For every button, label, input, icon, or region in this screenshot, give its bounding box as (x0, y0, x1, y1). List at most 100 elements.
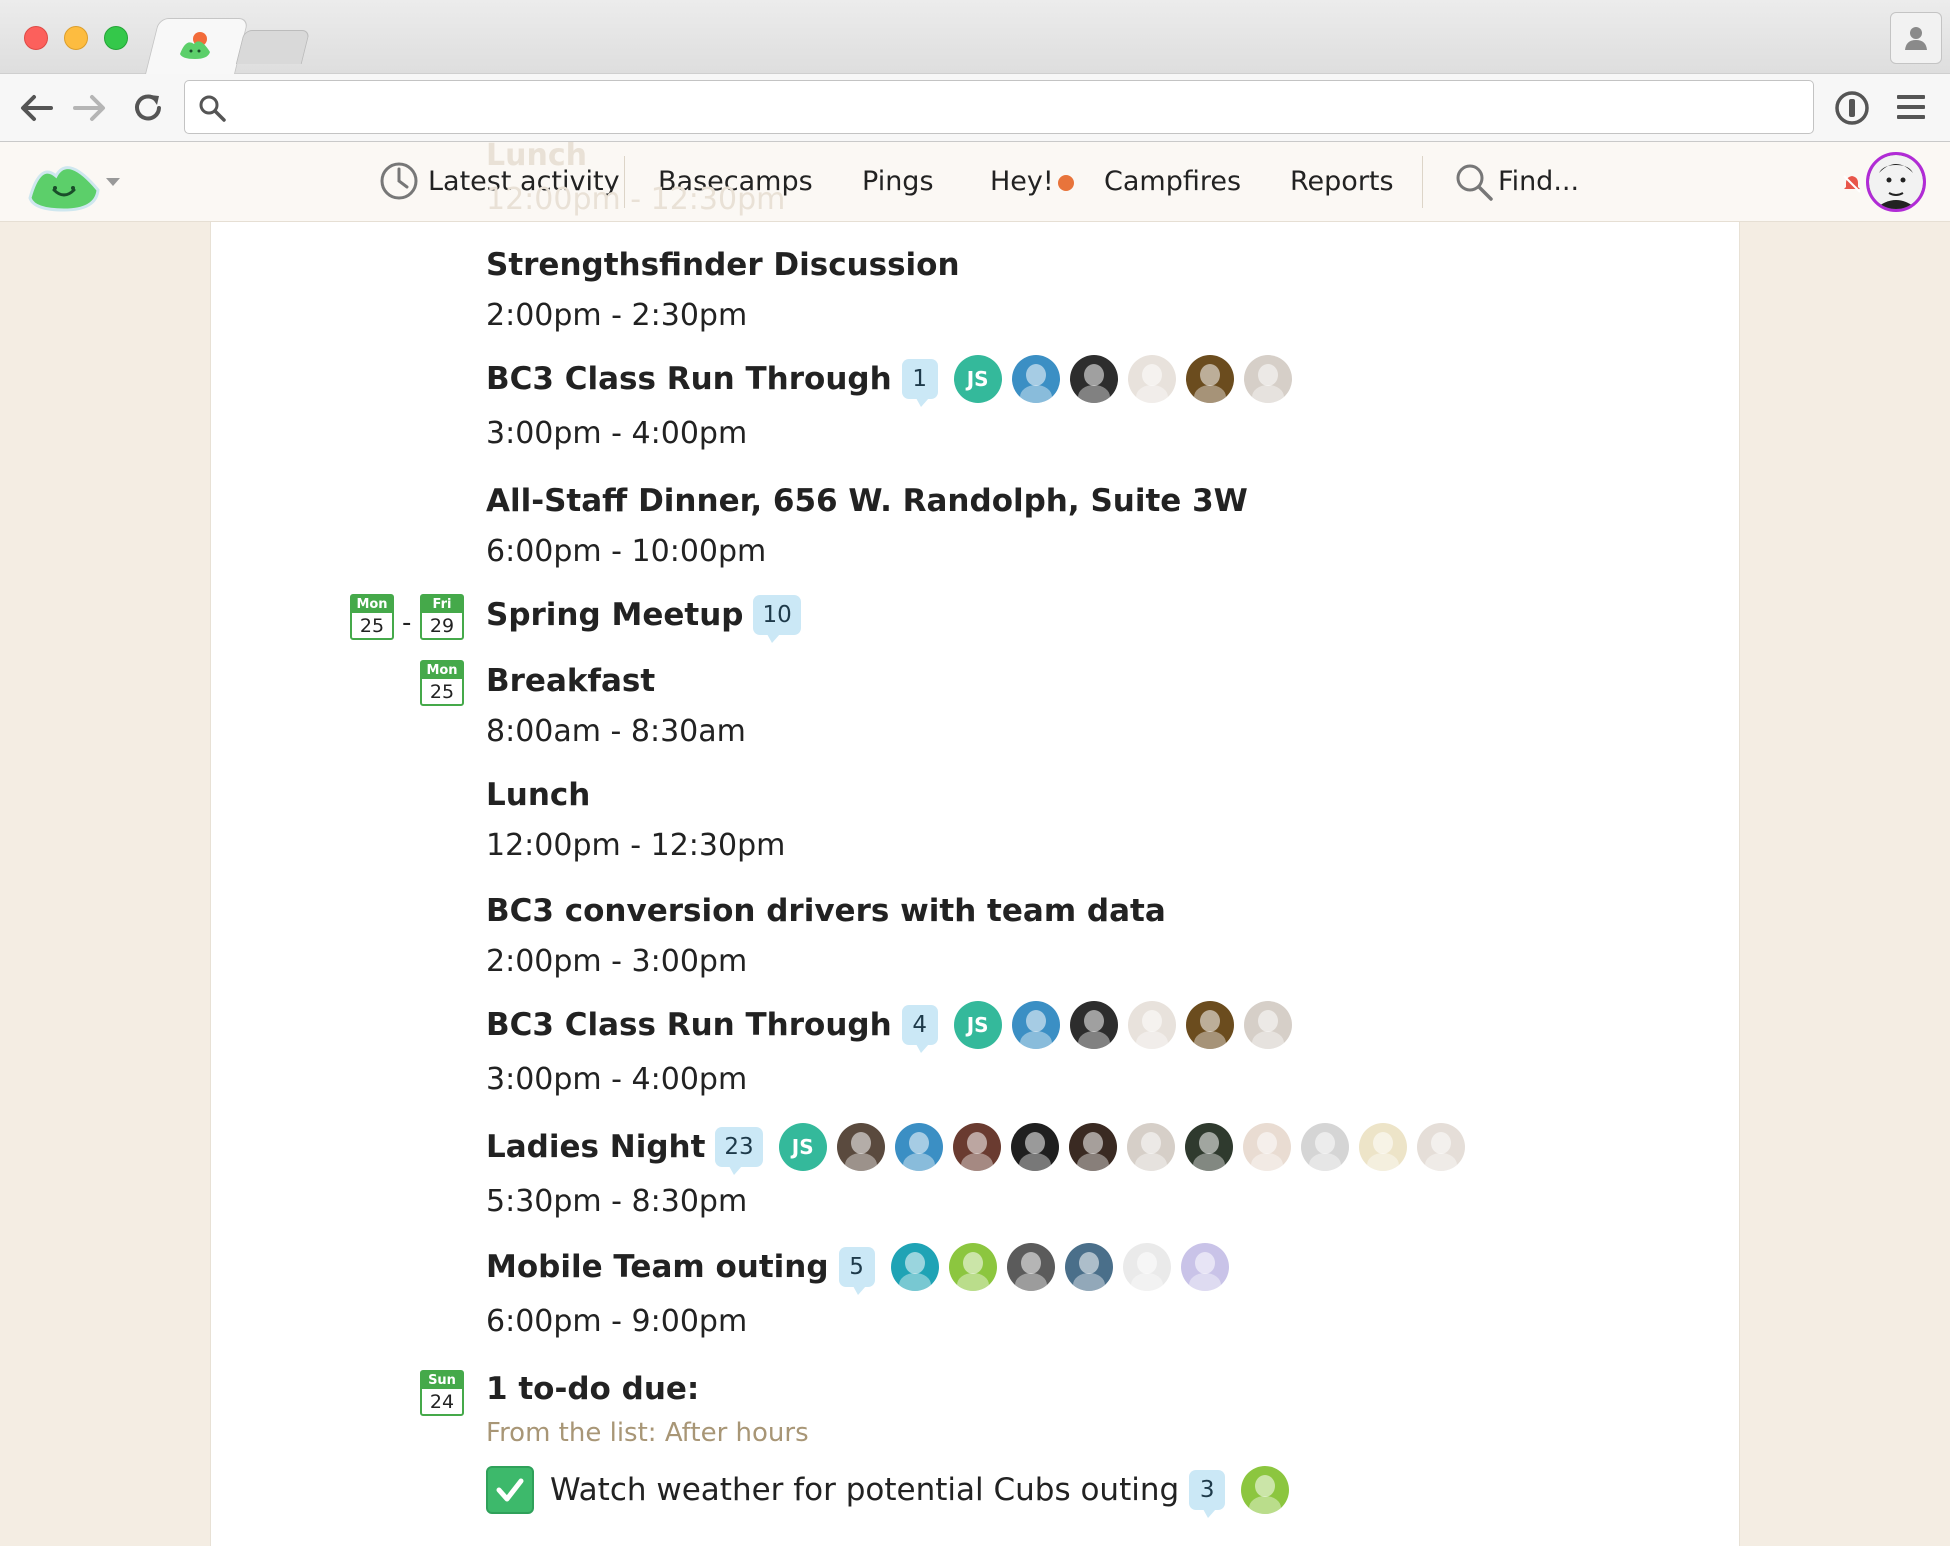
avatar[interactable] (1242, 1123, 1291, 1171)
avatar[interactable] (1127, 355, 1176, 403)
comment-count-badge[interactable]: 5 (838, 1247, 875, 1295)
arrow-right-icon (73, 95, 105, 121)
nav-divider (1422, 156, 1423, 208)
avatar[interactable] (1185, 1001, 1234, 1049)
event-title[interactable]: Ladies Night (486, 1129, 705, 1165)
comment-count-badge[interactable]: 23 (715, 1127, 763, 1175)
close-window-button[interactable] (24, 26, 48, 50)
event-title[interactable]: BC3 Class Run Through (486, 361, 892, 397)
avatar[interactable] (1069, 1001, 1118, 1049)
avatar[interactable] (1300, 1123, 1349, 1171)
schedule-event[interactable]: BC3 Class Run Through 4 JS 3:00pm - 4:00… (486, 998, 1292, 1104)
new-tab-button[interactable] (235, 30, 311, 64)
browser-profile-button[interactable] (1890, 12, 1942, 64)
browser-menu-button[interactable] (1894, 90, 1934, 130)
unread-indicator (1058, 175, 1074, 191)
avatar[interactable]: JS (953, 1001, 1002, 1049)
participant-avatars: JS (769, 1123, 1465, 1171)
basecamp-logo-icon[interactable] (26, 150, 102, 212)
event-title[interactable]: BC3 Class Run Through (486, 1007, 892, 1043)
avatar-face-icon (1869, 155, 1923, 209)
avatar[interactable] (952, 1123, 1001, 1171)
avatar[interactable] (890, 1243, 939, 1291)
schedule-event[interactable]: Strengthsfinder Discussion 2:00pm - 2:30… (486, 238, 960, 340)
nav-campfires[interactable]: Campfires (1104, 142, 1241, 222)
schedule-event[interactable]: Ladies Night 23 JS 5:30pm - 8:30pm (486, 1120, 1465, 1226)
comment-count-badge[interactable]: 10 (753, 595, 801, 643)
avatar[interactable] (948, 1243, 997, 1291)
forward-button[interactable] (70, 88, 110, 128)
schedule-event[interactable]: Spring Meetup 10 (486, 588, 801, 643)
event-title[interactable]: Breakfast (486, 663, 655, 699)
avatar[interactable] (1064, 1243, 1113, 1291)
avatar[interactable] (1241, 1466, 1290, 1514)
avatar[interactable] (1011, 1001, 1060, 1049)
event-title[interactable]: All-Staff Dinner, 656 W. Randolph, Suite… (486, 483, 1248, 519)
back-button[interactable] (16, 88, 56, 128)
event-title[interactable]: Lunch (486, 777, 590, 813)
event-time: 8:00am - 8:30am (486, 714, 746, 749)
comment-count-badge[interactable]: 3 (1189, 1470, 1226, 1518)
avatar[interactable] (1184, 1123, 1233, 1171)
nav-reports[interactable]: Reports (1290, 142, 1394, 222)
avatar[interactable] (1243, 355, 1292, 403)
avatar[interactable] (1010, 1123, 1059, 1171)
avatar[interactable] (1011, 355, 1060, 403)
event-title[interactable]: Mobile Team outing (486, 1249, 829, 1285)
nav-find[interactable]: Find... (1498, 142, 1579, 222)
current-user-avatar[interactable] (1866, 152, 1926, 212)
avatar[interactable] (894, 1123, 943, 1171)
notifications-muted-icon[interactable] (1842, 174, 1862, 194)
avatar[interactable] (1122, 1243, 1171, 1291)
calendar-date-badge: Mon 25 (420, 660, 464, 706)
app-navigation: Latest activity Basecamps Pings Hey! Cam… (0, 142, 1950, 222)
todo-list-link[interactable]: From the list: After hours (486, 1418, 809, 1448)
avatar[interactable] (1126, 1123, 1175, 1171)
minimize-window-button[interactable] (64, 26, 88, 50)
zoom-window-button[interactable] (104, 26, 128, 50)
nav-hey[interactable]: Hey! (990, 142, 1054, 222)
nav-basecamps[interactable]: Basecamps (658, 142, 813, 222)
chevron-down-icon[interactable] (106, 178, 120, 186)
comment-count-badge[interactable]: 1 (901, 359, 938, 407)
schedule-event[interactable]: Lunch 12:00pm - 12:30pm (486, 768, 785, 870)
schedule-event[interactable]: Mobile Team outing 5 6:00pm - 9:00pm (486, 1240, 1229, 1346)
event-time: 12:00pm - 12:30pm (486, 828, 786, 863)
event-title[interactable]: Spring Meetup (486, 597, 743, 633)
search-icon (1456, 164, 1493, 201)
avatar[interactable] (1185, 355, 1234, 403)
avatar[interactable] (1416, 1123, 1465, 1171)
nav-pings[interactable]: Pings (862, 142, 934, 222)
avatar[interactable] (1006, 1243, 1055, 1291)
todo-checkbox[interactable] (486, 1466, 534, 1514)
event-title[interactable]: Strengthsfinder Discussion (486, 247, 960, 283)
browser-titlebar (0, 0, 1950, 74)
event-time: 5:30pm - 8:30pm (486, 1184, 748, 1219)
avatar[interactable] (1358, 1123, 1407, 1171)
avatar[interactable] (1127, 1001, 1176, 1049)
hamburger-icon (1897, 95, 1925, 119)
schedule-event[interactable]: BC3 conversion drivers with team data 2:… (486, 884, 1166, 986)
avatar[interactable]: JS (953, 355, 1002, 403)
todo-due-heading: 1 to-do due: (486, 1362, 699, 1416)
reload-button[interactable] (128, 88, 168, 128)
comment-count-badge[interactable]: 4 (901, 1005, 938, 1053)
address-input[interactable] (235, 89, 1795, 125)
todo-item: Watch weather for potential Cubs outing … (486, 1464, 1290, 1518)
schedule-event[interactable]: All-Staff Dinner, 656 W. Randolph, Suite… (486, 474, 1248, 576)
avatar[interactable] (1243, 1001, 1292, 1049)
nav-latest-activity[interactable]: Latest activity (428, 142, 620, 222)
avatar[interactable]: JS (778, 1123, 827, 1171)
avatar[interactable] (1180, 1243, 1229, 1291)
schedule-event[interactable]: Breakfast 8:00am - 8:30am (486, 654, 746, 756)
avatar[interactable] (1069, 355, 1118, 403)
schedule-event[interactable]: BC3 Class Run Through 1 JS 3:00pm - 4:00… (486, 352, 1292, 458)
person-icon (1905, 27, 1927, 50)
basecamp-favicon-icon (180, 32, 210, 59)
todo-text[interactable]: Watch weather for potential Cubs outing (550, 1472, 1179, 1508)
password-manager-extension-button[interactable] (1832, 88, 1872, 128)
avatar[interactable] (1068, 1123, 1117, 1171)
event-title[interactable]: BC3 conversion drivers with team data (486, 893, 1166, 929)
avatar[interactable] (836, 1123, 885, 1171)
address-bar[interactable] (184, 80, 1814, 134)
